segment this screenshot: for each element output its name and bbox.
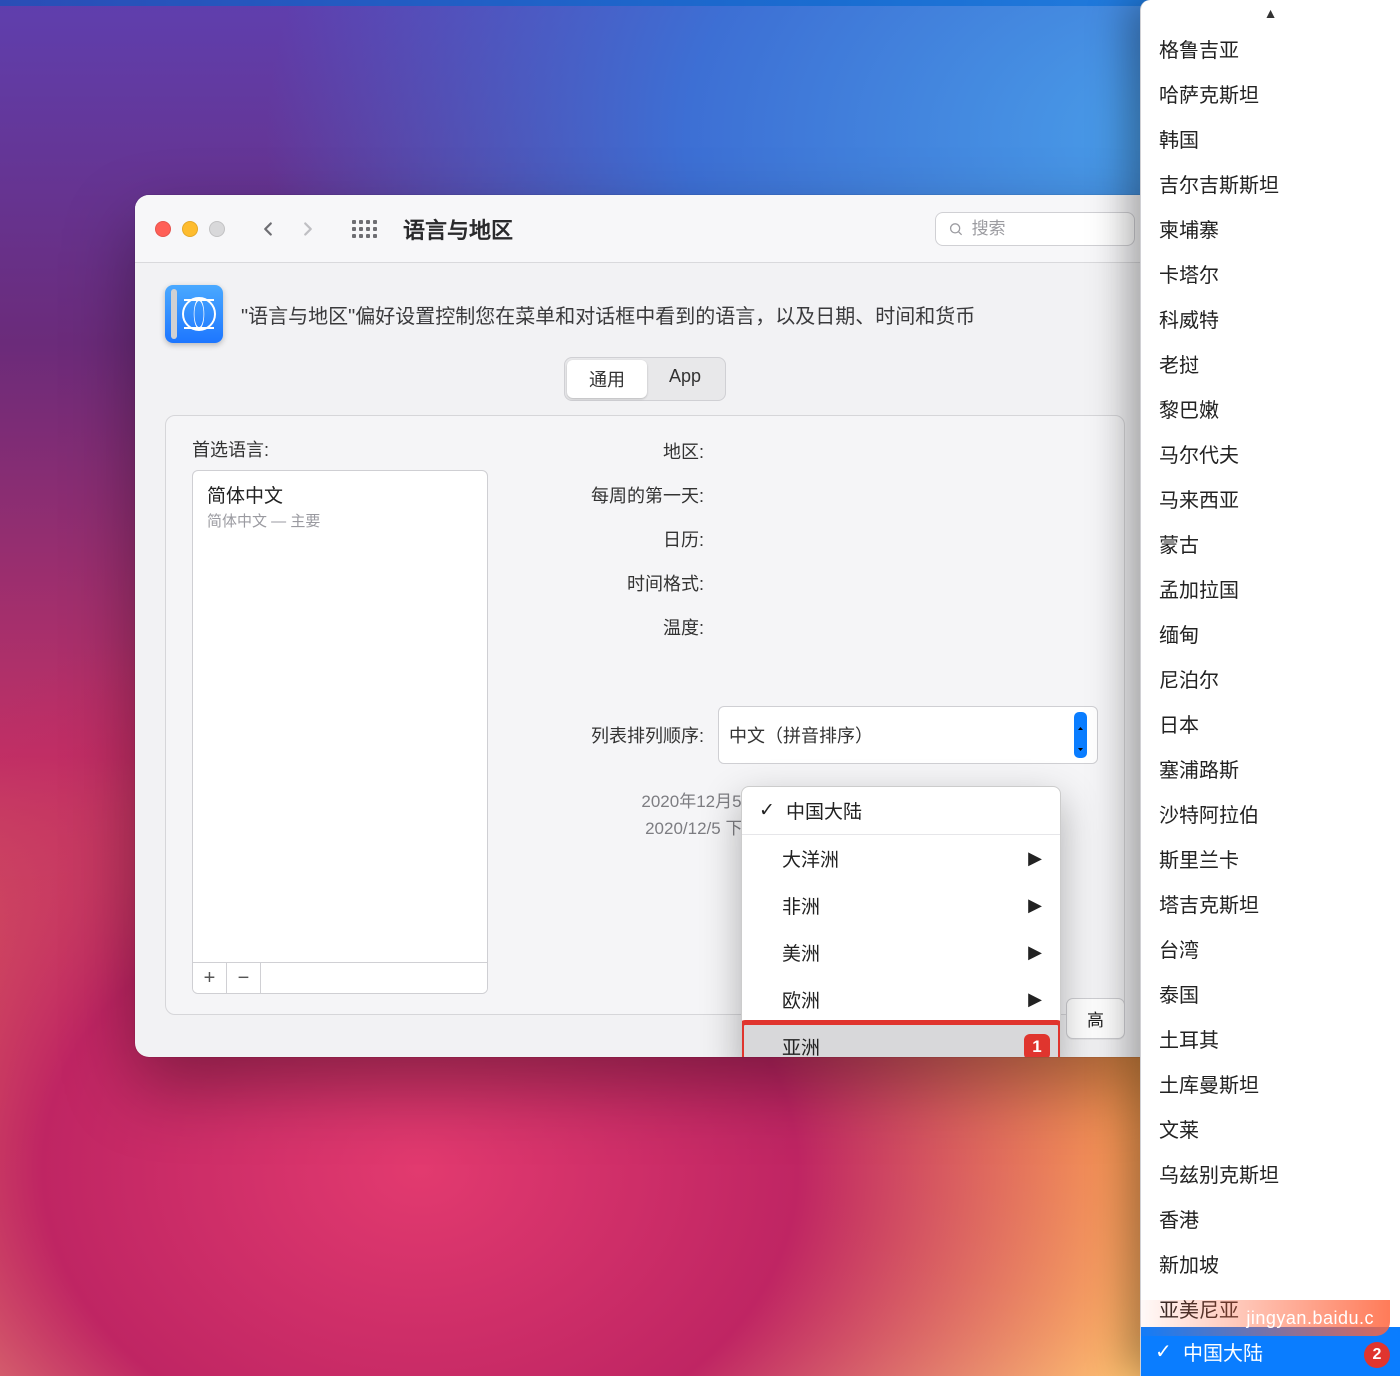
country-option[interactable]: 马尔代夫 [1141, 431, 1400, 476]
check-icon: ✓ [1155, 1339, 1173, 1364]
country-option[interactable]: 卡塔尔 [1141, 251, 1400, 296]
country-option[interactable]: 缅甸 [1141, 611, 1400, 656]
continent-name: 大洋洲 [782, 845, 839, 872]
list-sort-select[interactable]: 中文（拼音排序） [718, 706, 1098, 764]
search-input[interactable] [972, 219, 1122, 239]
country-option[interactable]: 乌兹别克斯坦 [1141, 1151, 1400, 1196]
country-option[interactable]: 日本 [1141, 701, 1400, 746]
tab-general[interactable]: 通用 [567, 360, 647, 398]
country-option[interactable]: 塔吉克斯坦 [1141, 881, 1400, 926]
continent-option[interactable]: 大洋洲 ▶ [742, 835, 1060, 882]
country-option[interactable]: 马来西亚 [1141, 476, 1400, 521]
preferred-languages-list[interactable]: 简体中文 简体中文 — 主要 + − [192, 470, 488, 994]
country-option[interactable]: 台湾 [1141, 926, 1400, 971]
forward-button[interactable] [293, 214, 323, 244]
continent-option[interactable]: 欧洲 ▶ [742, 976, 1060, 1023]
country-option[interactable]: 土耳其 [1141, 1016, 1400, 1061]
content-pane: 首选语言: 简体中文 简体中文 — 主要 + − 地区: 每周的第一天: 日历:… [165, 415, 1125, 1015]
tab-bar: 通用 App [135, 357, 1155, 401]
minimize-button[interactable] [182, 221, 198, 237]
country-option[interactable]: 塞浦路斯 [1141, 746, 1400, 791]
list-item[interactable]: 简体中文 简体中文 — 主要 [193, 471, 487, 541]
list-sort-row: 列表排列顺序: 中文（拼音排序） [518, 706, 1098, 764]
country-option[interactable]: 蒙古 [1141, 521, 1400, 566]
callout-badge-1: 1 [1024, 1034, 1050, 1058]
country-submenu: ▲ 格鲁吉亚哈萨克斯坦韩国吉尔吉斯斯坦柬埔寨卡塔尔科威特老挝黎巴嫩马尔代夫马来西… [1140, 0, 1400, 1376]
country-option[interactable]: 泰国 [1141, 971, 1400, 1016]
region-selected-row[interactable]: ✓ 中国大陆 [742, 787, 1060, 835]
country-option[interactable]: 沙特阿拉伯 [1141, 791, 1400, 836]
temperature-label: 温度: [518, 614, 718, 640]
continent-option[interactable]: 美洲 ▶ [742, 929, 1060, 976]
search-icon [948, 220, 964, 238]
region-label: 地区: [518, 438, 718, 464]
chevron-right-icon: ▶ [1028, 942, 1042, 963]
country-option[interactable]: 格鲁吉亚 [1141, 26, 1400, 71]
continent-name: 欧洲 [782, 986, 820, 1013]
country-option[interactable]: 新加坡 [1141, 1241, 1400, 1286]
updown-icon [1074, 712, 1087, 758]
preferred-languages-column: 首选语言: 简体中文 简体中文 — 主要 + − [192, 436, 488, 994]
country-option[interactable]: 老挝 [1141, 341, 1400, 386]
country-option[interactable]: 斯里兰卡 [1141, 836, 1400, 881]
search-field[interactable] [935, 212, 1135, 246]
window-title: 语言与地区 [403, 213, 513, 245]
zoom-button[interactable] [209, 221, 225, 237]
continent-name: 非洲 [782, 892, 820, 919]
region-selected-value: 中国大陆 [786, 797, 862, 824]
language-name: 简体中文 [207, 481, 473, 508]
language-region-icon [165, 285, 223, 343]
language-detail: 简体中文 — 主要 [207, 510, 473, 531]
header-description: "语言与地区"偏好设置控制您在菜单和对话框中看到的语言，以及日期、时间和货币 [241, 300, 975, 329]
country-selected-value: 中国大陆 [1183, 1337, 1263, 1366]
header-description-row: "语言与地区"偏好设置控制您在菜单和对话框中看到的语言，以及日期、时间和货币 [135, 263, 1155, 353]
back-button[interactable] [253, 214, 283, 244]
country-option[interactable]: 土库曼斯坦 [1141, 1061, 1400, 1106]
first-day-label: 每周的第一天: [518, 482, 718, 508]
segmented-control: 通用 App [564, 357, 726, 401]
traffic-lights [155, 221, 225, 237]
check-icon: ✓ [758, 799, 776, 822]
continent-name: 亚洲 [782, 1033, 820, 1057]
callout-badge-2: 2 [1364, 1342, 1390, 1368]
calendar-label: 日历: [518, 526, 718, 552]
country-selected-row[interactable]: ✓ 中国大陆 [1141, 1327, 1400, 1376]
country-option[interactable]: 黎巴嫩 [1141, 386, 1400, 431]
list-sort-value: 中文（拼音排序） [729, 722, 873, 748]
preferred-languages-label: 首选语言: [192, 436, 488, 462]
tab-app[interactable]: App [647, 360, 723, 398]
chevron-right-icon: ▶ [1028, 989, 1042, 1010]
preferences-window: 语言与地区 "语言与地区"偏好设置控制您在菜单和对话框中看到的语言，以及日期、时… [135, 195, 1155, 1057]
country-option[interactable]: 亚美尼亚 [1141, 1286, 1400, 1327]
close-button[interactable] [155, 221, 171, 237]
country-option[interactable]: 哈萨克斯坦 [1141, 71, 1400, 116]
country-option[interactable]: 科威特 [1141, 296, 1400, 341]
show-all-icon[interactable] [349, 214, 379, 244]
continent-name: 美洲 [782, 939, 820, 966]
scroll-up-indicator[interactable]: ▲ [1141, 0, 1400, 26]
continent-option[interactable]: 亚洲▶1 [742, 1023, 1060, 1057]
chevron-right-icon: ▶ [1028, 848, 1042, 869]
country-option[interactable]: 孟加拉国 [1141, 566, 1400, 611]
advanced-button[interactable]: 高 [1066, 998, 1125, 1039]
chevron-right-icon: ▶ [1028, 895, 1042, 916]
country-option[interactable]: 吉尔吉斯斯坦 [1141, 161, 1400, 206]
country-option[interactable]: 柬埔寨 [1141, 206, 1400, 251]
region-popup-menu: ✓ 中国大陆 大洋洲 ▶ 非洲 ▶ 美洲 ▶ 欧洲 ▶ 亚洲▶1 [741, 786, 1061, 1057]
country-option[interactable]: 文莱 [1141, 1106, 1400, 1151]
time-format-label: 时间格式: [518, 570, 718, 596]
country-option[interactable]: 尼泊尔 [1141, 656, 1400, 701]
continent-option[interactable]: 非洲 ▶ [742, 882, 1060, 929]
country-option[interactable]: 韩国 [1141, 116, 1400, 161]
country-option[interactable]: 香港 [1141, 1196, 1400, 1241]
titlebar: 语言与地区 [135, 195, 1155, 263]
list-sort-label: 列表排列顺序: [518, 722, 718, 748]
